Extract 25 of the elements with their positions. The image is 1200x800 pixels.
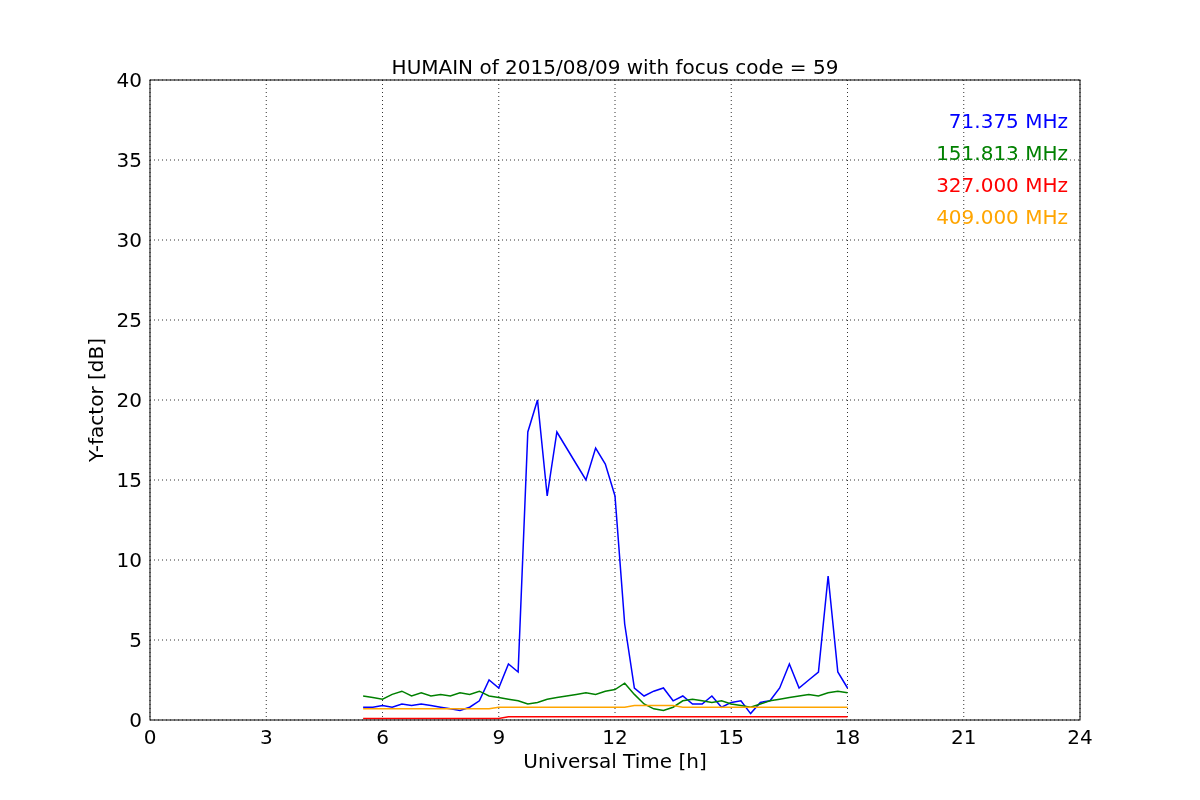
y-tick-label: 20 (116, 388, 142, 412)
x-tick-label: 9 (492, 725, 506, 749)
x-tick-label: 0 (143, 725, 157, 749)
x-axis-label: Universal Time [h] (523, 749, 707, 773)
y-tick-label: 5 (129, 628, 142, 652)
y-tick-label: 40 (116, 68, 142, 92)
y-tick-label: 10 (116, 548, 142, 572)
y-tick-label: 0 (129, 708, 142, 732)
y-tick-label: 15 (116, 468, 142, 492)
y-tick-label: 35 (116, 148, 142, 172)
legend-label: 151.813 MHz (936, 141, 1068, 165)
x-tick-label: 3 (259, 725, 273, 749)
y-axis-label: Y-factor [dB] (84, 338, 108, 462)
x-tick-label: 6 (376, 725, 389, 749)
x-tick-label: 18 (834, 725, 861, 749)
legend-label: 409.000 MHz (936, 205, 1068, 229)
chart-title: HUMAIN of 2015/08/09 with focus code = 59 (391, 55, 839, 79)
x-tick-label: 12 (602, 725, 628, 749)
x-tick-label: 15 (718, 725, 744, 749)
legend-label: 327.000 MHz (936, 173, 1068, 197)
y-tick-label: 25 (116, 308, 142, 332)
x-tick-label: 21 (951, 725, 977, 749)
legend-label: 71.375 MHz (948, 109, 1068, 133)
y-tick-label: 30 (116, 228, 142, 252)
x-tick-label: 24 (1067, 725, 1093, 749)
